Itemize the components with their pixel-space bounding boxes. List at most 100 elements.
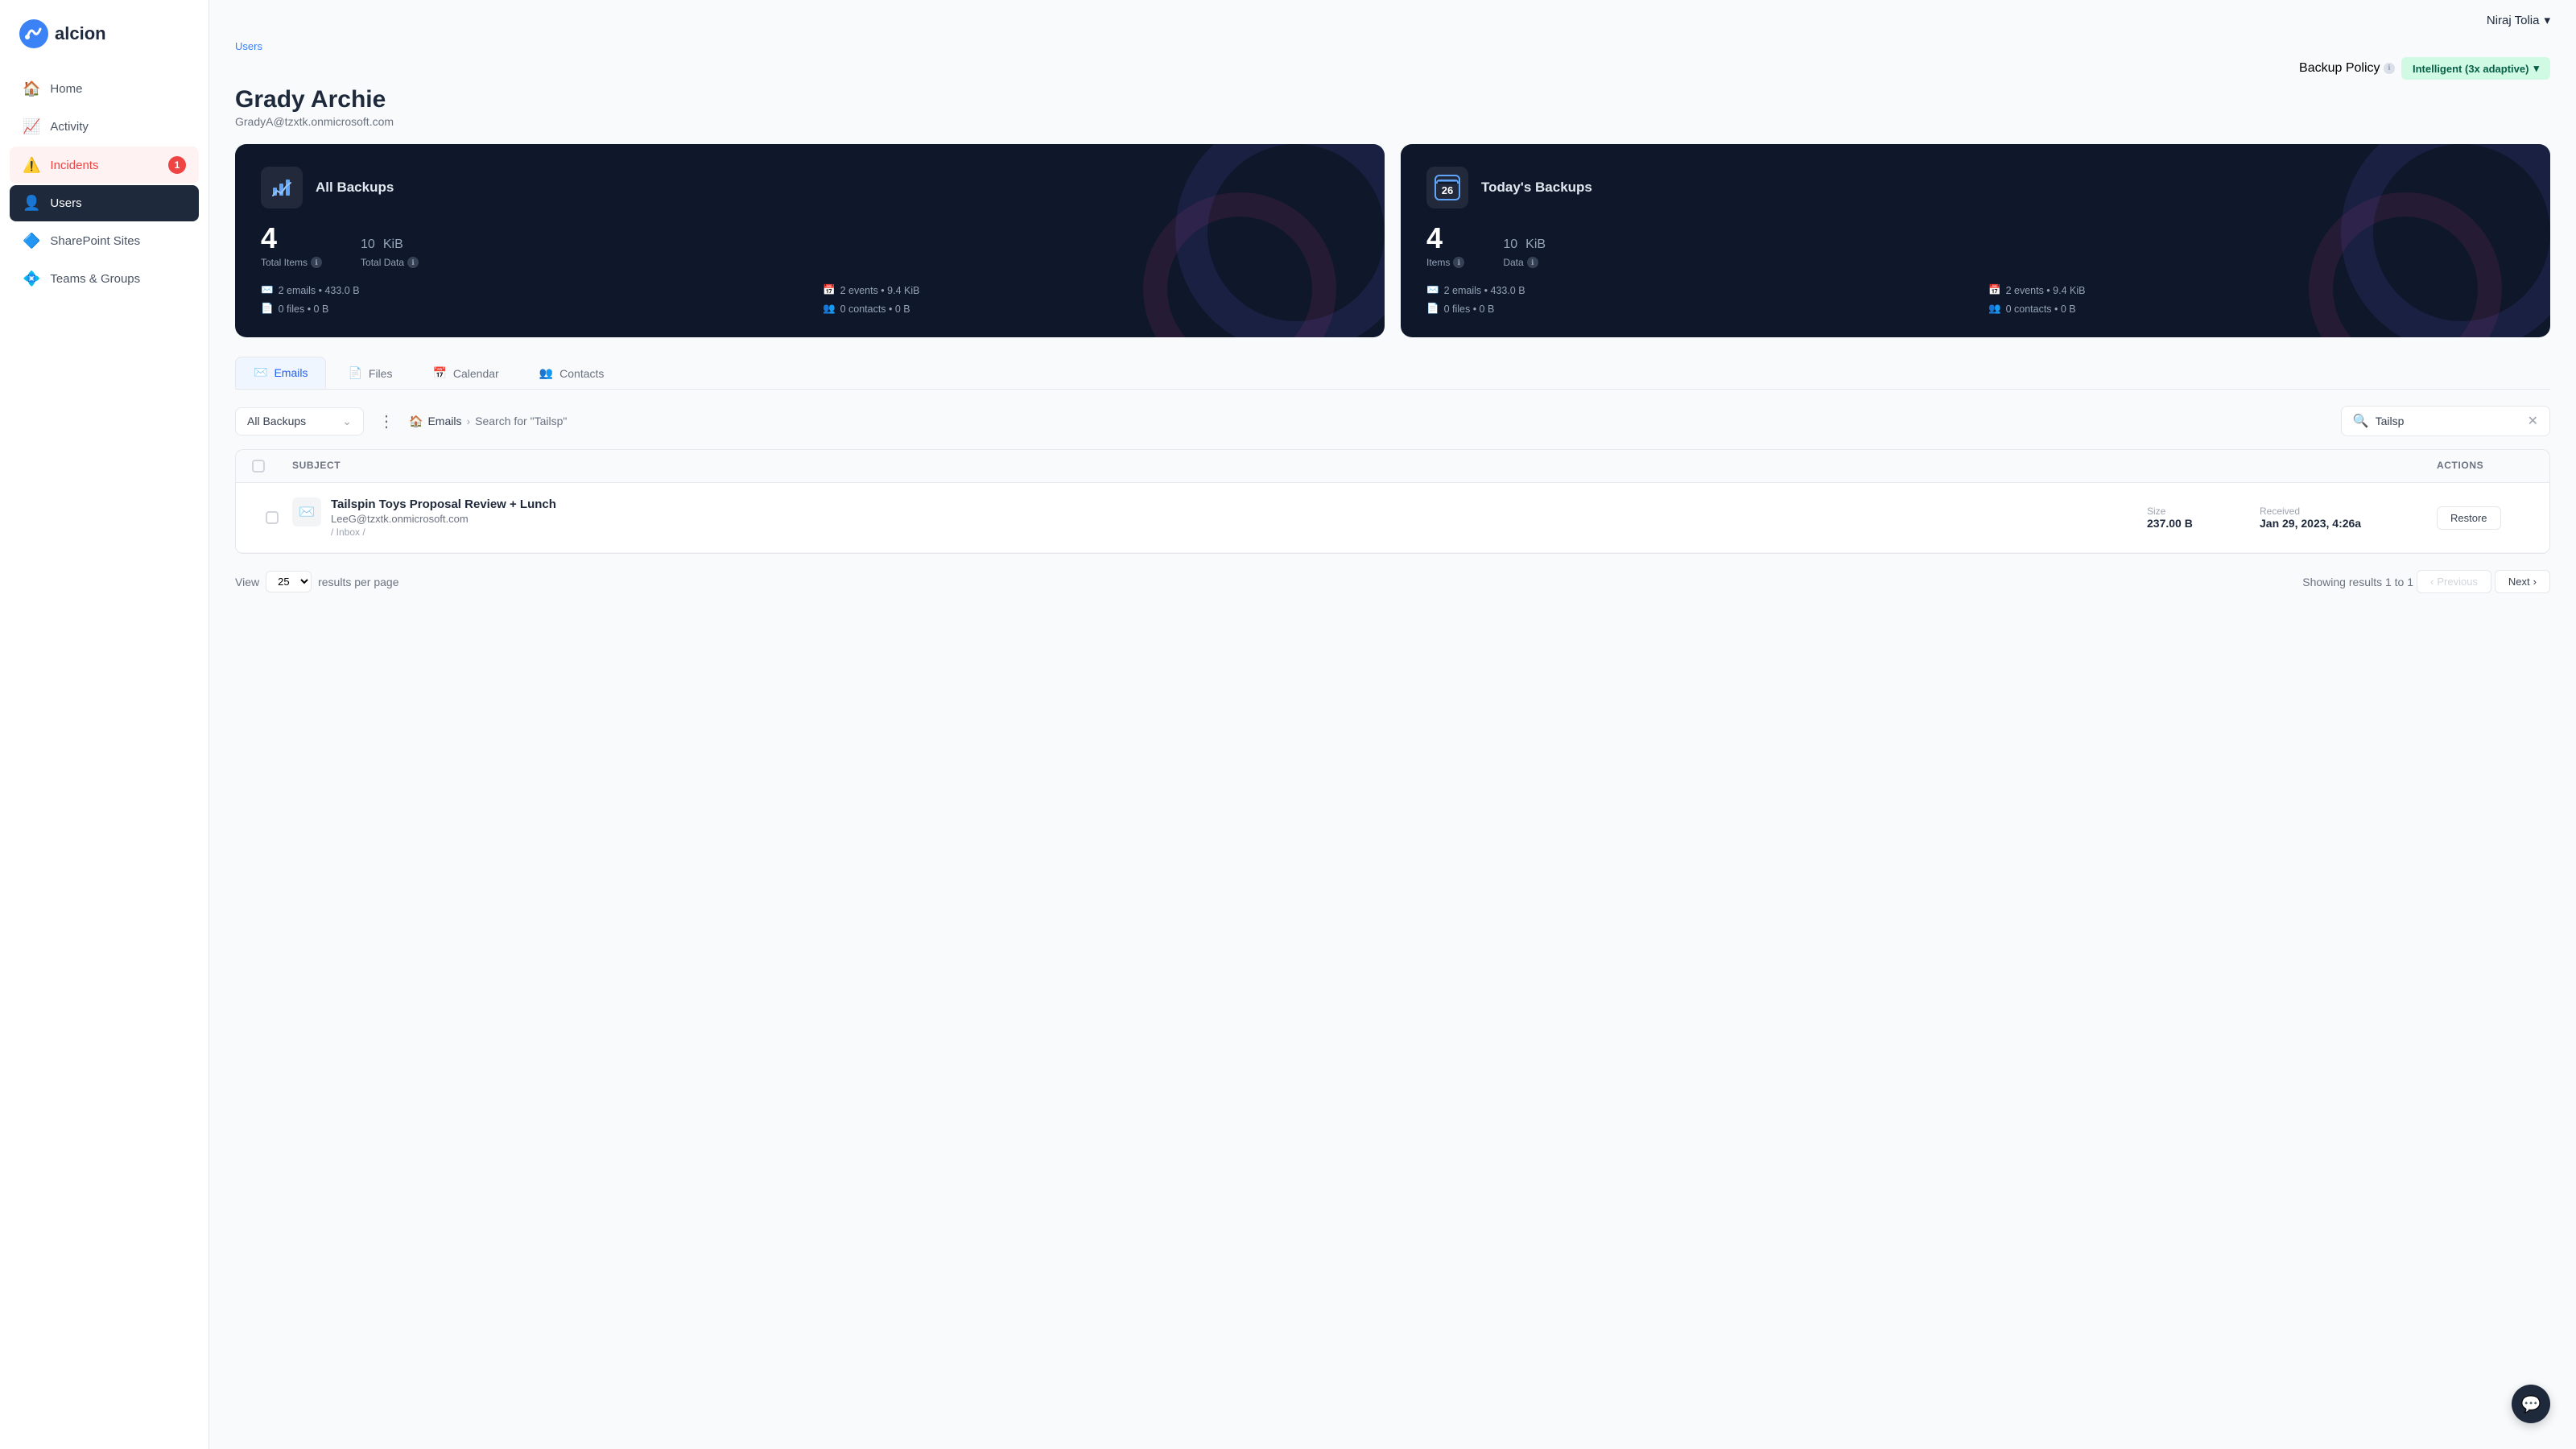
size-label: Size — [2147, 506, 2260, 517]
main-content: Niraj Tolia ▾ Users Backup Policy ℹ Inte… — [209, 0, 2576, 1449]
email-from: LeeG@tzxtk.onmicrosoft.com — [331, 513, 556, 525]
policy-chevron-icon: ▾ — [2533, 62, 2539, 75]
tabs-bar: ✉️ Emails 📄 Files 📅 Calendar 👥 Contacts — [235, 357, 2550, 390]
todays-backups-card: ▬▬▬ 26 Today's Backups 4 Items ℹ — [1401, 144, 2550, 337]
logo[interactable]: alcion — [0, 0, 208, 64]
todays-backups-numbers: 4 Items ℹ 10 KiB Data ℹ — [1426, 221, 2524, 268]
tab-files[interactable]: 📄 Files — [329, 357, 411, 389]
subject-column-header: SUBJECT — [292, 460, 2147, 473]
breadcrumb[interactable]: Users — [235, 40, 2550, 52]
received-cell: Received Jan 29, 2023, 4:26a — [2260, 506, 2437, 530]
backup-filter-value: All Backups — [247, 415, 306, 427]
tab-emails[interactable]: ✉️ Emails — [235, 357, 326, 389]
todays-data-info[interactable]: ℹ — [1527, 257, 1538, 268]
events-detail-text: 2 events • 9.4 KiB — [840, 285, 920, 296]
tab-contacts[interactable]: 👥 Contacts — [521, 357, 623, 389]
tab-calendar[interactable]: 📅 Calendar — [414, 357, 517, 389]
previous-chevron-icon: ‹ — [2430, 576, 2434, 588]
chat-icon: 💬 — [2521, 1394, 2541, 1414]
policy-badge[interactable]: Intelligent (3x adaptive) ▾ — [2401, 57, 2550, 80]
showing-results: Showing results 1 to 1 — [2302, 576, 2413, 588]
sidebar-nav: 🏠 Home 📈 Activity ⚠️ Incidents 1 👤 Users… — [0, 64, 208, 1449]
select-all-checkbox[interactable] — [252, 460, 265, 473]
all-backups-detail-files: 📄 0 files • 0 B — [261, 303, 797, 315]
table-row: ✉️ Tailspin Toys Proposal Review + Lunch… — [236, 483, 2549, 553]
filter-path-chevron: › — [466, 415, 470, 427]
row-checkbox[interactable] — [266, 511, 279, 524]
email-folder: / Inbox / — [331, 526, 556, 538]
all-backups-data-value: 10 KiB — [361, 221, 419, 255]
table-header: SUBJECT ACTIONS — [236, 450, 2549, 483]
todays-items-label: Items — [1426, 257, 1450, 268]
tab-files-label: Files — [369, 367, 393, 380]
received-column-header — [2260, 460, 2437, 473]
sidebar-item-home[interactable]: 🏠 Home — [10, 71, 199, 107]
size-value: 237.00 B — [2147, 517, 2260, 530]
policy-value: Intelligent (3x adaptive) — [2413, 63, 2529, 75]
tab-calendar-icon: 📅 — [432, 366, 446, 380]
incidents-badge: 1 — [168, 156, 186, 174]
filter-path: 🏠 Emails › Search for "Tailsp" — [409, 415, 2333, 428]
todays-detail-events: 📅 2 events • 9.4 KiB — [1988, 284, 2524, 296]
all-backups-details: ✉️ 2 emails • 433.0 B 📅 2 events • 9.4 K… — [261, 284, 1359, 315]
incidents-icon: ⚠️ — [23, 157, 40, 174]
teams-icon: 💠 — [23, 270, 40, 287]
email-detail-icon: ✉️ — [261, 284, 274, 296]
todays-detail-emails: ✉️ 2 emails • 433.0 B — [1426, 284, 1963, 296]
email-detail-text: 2 emails • 433.0 B — [279, 285, 360, 296]
previous-label: Previous — [2437, 576, 2478, 588]
sidebar-item-activity[interactable]: 📈 Activity — [10, 109, 199, 145]
all-backups-detail-emails: ✉️ 2 emails • 433.0 B — [261, 284, 797, 296]
home-icon: 🏠 — [23, 80, 40, 97]
restore-button[interactable]: Restore — [2437, 506, 2501, 530]
tab-emails-icon: ✉️ — [254, 365, 267, 379]
sidebar-item-sharepoint[interactable]: 🔷 SharePoint Sites — [10, 223, 199, 259]
all-backups-items-value: 4 — [261, 221, 322, 255]
filter-bar: All Backups ⌄ ⋮ 🏠 Emails › Search for "T… — [235, 406, 2550, 436]
all-backups-data-info[interactable]: ℹ — [407, 257, 419, 268]
todays-backups-title: Today's Backups — [1481, 180, 1592, 196]
sidebar-item-teams[interactable]: 💠 Teams & Groups — [10, 261, 199, 297]
filter-path-search: Search for "Tailsp" — [475, 415, 567, 427]
filter-path-icon: 🏠 — [409, 415, 423, 428]
search-box: 🔍 ✕ — [2341, 406, 2550, 436]
sidebar-item-users[interactable]: 👤 Users — [10, 185, 199, 221]
activity-icon: 📈 — [23, 118, 40, 135]
page-nav: Showing results 1 to 1 ‹ Previous Next › — [2302, 570, 2550, 593]
sidebar-item-incidents[interactable]: ⚠️ Incidents 1 — [10, 147, 199, 184]
todays-backups-icon: ▬▬▬ 26 — [1426, 167, 1468, 208]
stats-row: All Backups 4 Total Items ℹ 10 KiB — [235, 144, 2550, 337]
view-label: View — [235, 576, 259, 588]
email-subject: Tailspin Toys Proposal Review + Lunch — [331, 497, 556, 511]
per-page-select[interactable]: 25 — [266, 571, 312, 592]
received-value: Jan 29, 2023, 4:26a — [2260, 517, 2437, 530]
policy-info-icon[interactable]: ℹ — [2384, 63, 2395, 74]
user-menu[interactable]: Niraj Tolia ▾ — [2487, 13, 2550, 27]
tab-contacts-label: Contacts — [559, 367, 604, 380]
search-input[interactable] — [2376, 415, 2521, 427]
tab-emails-label: Emails — [274, 366, 308, 379]
sidebar-item-label: Home — [50, 82, 82, 96]
search-clear-button[interactable]: ✕ — [2528, 413, 2538, 429]
page-subtitle: GradyA@tzxtk.onmicrosoft.com — [235, 115, 2550, 128]
all-backups-data-label: Total Data — [361, 257, 404, 268]
sidebar-item-label: SharePoint Sites — [50, 234, 140, 248]
backup-filter-select[interactable]: All Backups ⌄ — [235, 407, 364, 436]
filter-path-root: Emails — [427, 415, 461, 427]
files-detail-icon: 📄 — [261, 303, 274, 315]
previous-button[interactable]: ‹ Previous — [2417, 570, 2491, 593]
backup-filter-chevron: ⌄ — [342, 415, 352, 428]
next-button[interactable]: Next › — [2495, 570, 2550, 593]
actions-column-header: ACTIONS — [2437, 460, 2533, 473]
todays-backups-details: ✉️ 2 emails • 433.0 B 📅 2 events • 9.4 K… — [1426, 284, 2524, 315]
policy-label-text: Backup Policy — [2299, 61, 2380, 75]
todays-items-info[interactable]: ℹ — [1453, 257, 1464, 268]
size-column-header — [2147, 460, 2260, 473]
all-backups-items-info[interactable]: ℹ — [311, 257, 322, 268]
sidebar: alcion 🏠 Home 📈 Activity ⚠️ Incidents 1 … — [0, 0, 209, 1449]
tab-calendar-label: Calendar — [453, 367, 499, 380]
filter-options-button[interactable]: ⋮ — [372, 408, 401, 435]
row-checkbox-cell — [252, 511, 292, 524]
chat-widget[interactable]: 💬 — [2512, 1385, 2550, 1423]
files-detail-text: 0 files • 0 B — [279, 303, 329, 315]
